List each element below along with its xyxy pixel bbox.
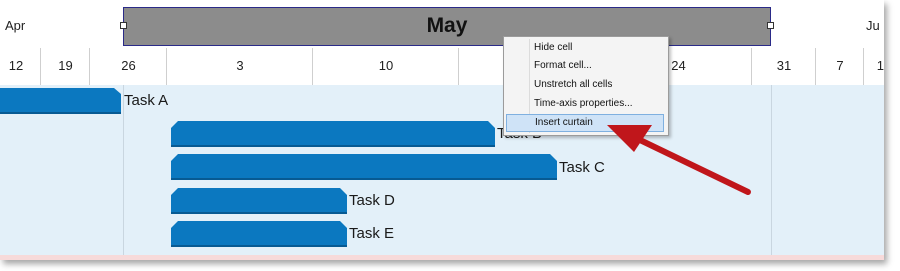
timeline-chart: Apr May Ju 12 19 26 3 10 17 24 31 7 14 T…	[0, 0, 884, 260]
red-arrow-icon	[607, 125, 751, 195]
